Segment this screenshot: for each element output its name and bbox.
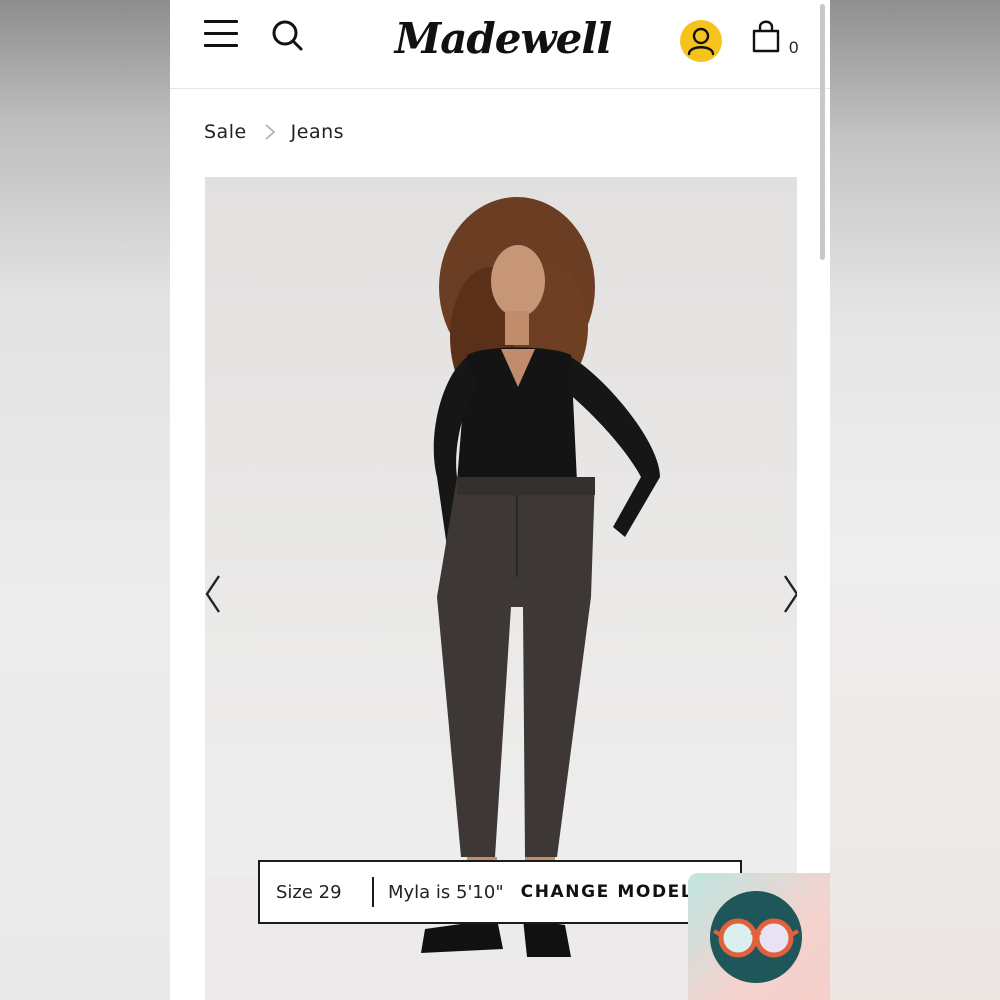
model-info-bar: Size 29 Myla is 5'10" CHANGE MODEL [258, 860, 742, 924]
chevron-left-icon[interactable] [205, 572, 227, 616]
change-model-button[interactable]: CHANGE MODEL [521, 882, 694, 902]
chevron-right-icon[interactable] [779, 572, 797, 616]
breadcrumb-jeans[interactable]: Jeans [291, 121, 344, 143]
user-account-icon[interactable] [680, 20, 722, 62]
assistant-avatar [710, 891, 802, 983]
breadcrumb-sale[interactable]: Sale [204, 121, 247, 143]
shopping-bag-icon[interactable] [751, 18, 781, 54]
breadcrumb: Sale Jeans [204, 118, 344, 146]
model-height-label: Myla is 5'10" [388, 881, 504, 903]
assistant-badge[interactable] [688, 873, 830, 1000]
scrollbar[interactable] [820, 4, 825, 260]
site-header: Madewell 0 [170, 0, 830, 89]
mobile-page: Madewell 0 Sale Jeans Size 29 Myla is 5'… [170, 0, 830, 1000]
chevron-right-icon [263, 123, 277, 141]
glasses-icon [713, 918, 799, 958]
model-size-label: Size 29 [276, 881, 342, 903]
search-icon[interactable] [270, 18, 304, 52]
bag-count-badge: 0 [789, 38, 799, 57]
hamburger-menu-icon[interactable] [204, 20, 240, 48]
divider [372, 877, 374, 907]
brand-logo[interactable]: Madewell [388, 6, 618, 72]
background-right [830, 0, 1000, 1000]
